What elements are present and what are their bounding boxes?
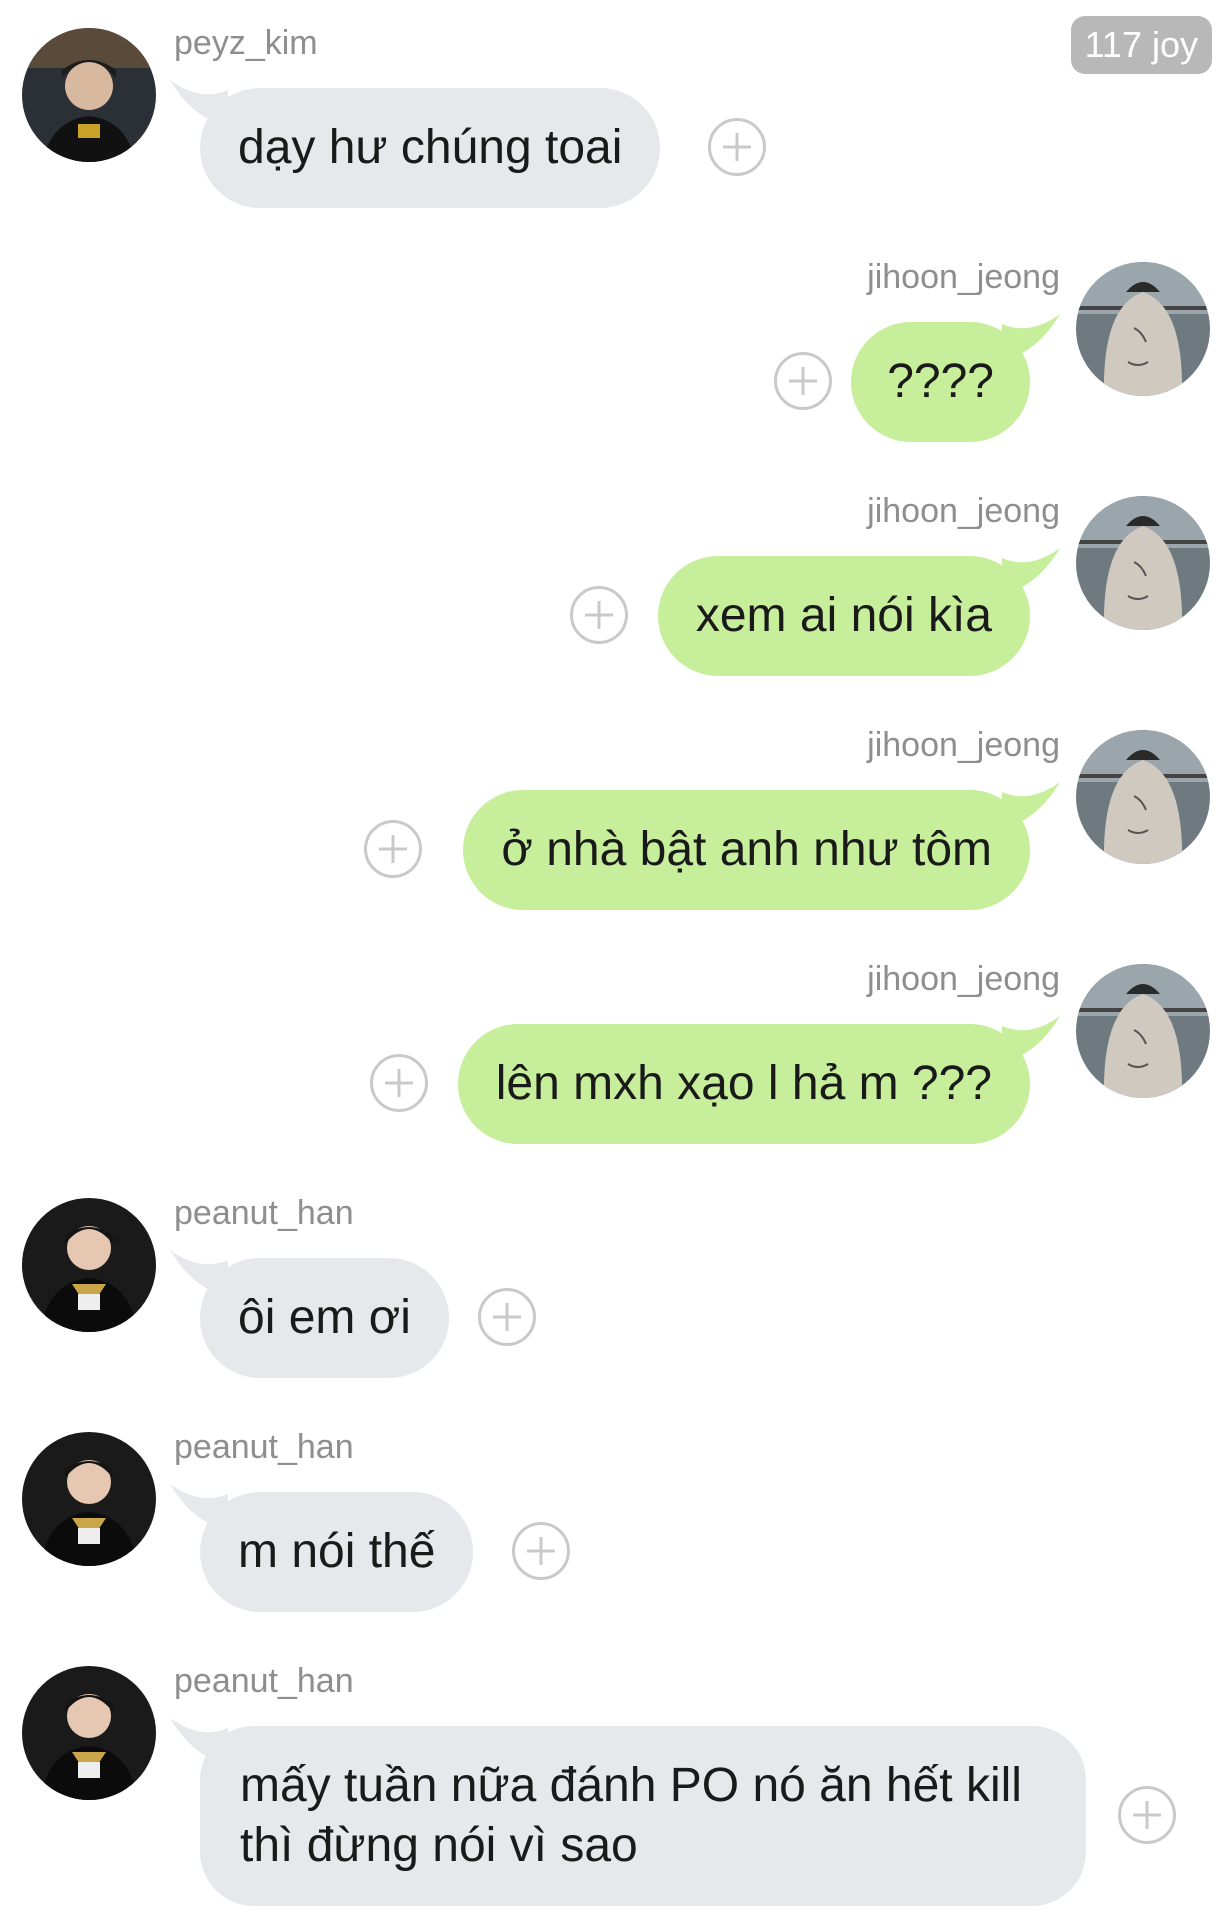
avatar-peanut-han[interactable] — [22, 1666, 156, 1800]
sender-name: jihoon_jeong — [867, 726, 1060, 764]
add-reaction-icon[interactable] — [364, 820, 422, 878]
sender-name: peanut_han — [174, 1194, 354, 1232]
avatar-peanut-han[interactable] — [22, 1198, 156, 1332]
chat-message: jihoon_jeong xem ai nói kìa — [0, 492, 1230, 716]
avatar-jihoon-jeong[interactable] — [1076, 262, 1210, 396]
message-bubble[interactable]: dạy hư chúng toai — [200, 88, 661, 208]
message-bubble[interactable]: ???? — [851, 322, 1030, 442]
message-bubble[interactable]: xem ai nói kìa — [657, 556, 1030, 676]
add-reaction-icon[interactable] — [370, 1054, 428, 1112]
chat-message: peyz_kim dạy hư chúng toai — [0, 24, 1230, 248]
sender-name: peyz_kim — [174, 24, 318, 62]
message-bubble[interactable]: ở nhà bật anh như tôm — [463, 790, 1030, 910]
sender-name: peanut_han — [174, 1662, 354, 1700]
chat-message: peanut_han ôi em ơi — [0, 1194, 1230, 1418]
avatar-jihoon-jeong[interactable] — [1076, 730, 1210, 864]
chat-message: peanut_han mấy tuần nữa đánh PO nó ăn hế… — [0, 1662, 1230, 1916]
chat-message: jihoon_jeong lên mxh xạo l hả m ??? — [0, 960, 1230, 1184]
avatar-peanut-han[interactable] — [22, 1432, 156, 1566]
avatar-peyz-kim[interactable] — [22, 28, 156, 162]
add-reaction-icon[interactable] — [478, 1288, 536, 1346]
avatar-jihoon-jeong[interactable] — [1076, 496, 1210, 630]
message-bubble[interactable]: lên mxh xạo l hả m ??? — [457, 1024, 1030, 1144]
add-reaction-icon[interactable] — [708, 118, 766, 176]
add-reaction-icon[interactable] — [512, 1522, 570, 1580]
sender-name: jihoon_jeong — [867, 492, 1060, 530]
message-bubble[interactable]: m nói thế — [200, 1492, 474, 1612]
message-bubble[interactable]: mấy tuần nữa đánh PO nó ăn hết kill thì … — [200, 1726, 1086, 1906]
sender-name: peanut_han — [174, 1428, 354, 1466]
chat-message: jihoon_jeong ở nhà bật anh như tôm — [0, 726, 1230, 950]
add-reaction-icon[interactable] — [774, 352, 832, 410]
sender-name: jihoon_jeong — [867, 258, 1060, 296]
chat-message: jihoon_jeong ???? — [0, 258, 1230, 482]
sender-name: jihoon_jeong — [867, 960, 1060, 998]
chat-message: peanut_han m nói thế — [0, 1428, 1230, 1652]
add-reaction-icon[interactable] — [570, 586, 628, 644]
avatar-jihoon-jeong[interactable] — [1076, 964, 1210, 1098]
message-bubble[interactable]: ôi em ơi — [200, 1258, 449, 1378]
add-reaction-icon[interactable] — [1118, 1786, 1176, 1844]
